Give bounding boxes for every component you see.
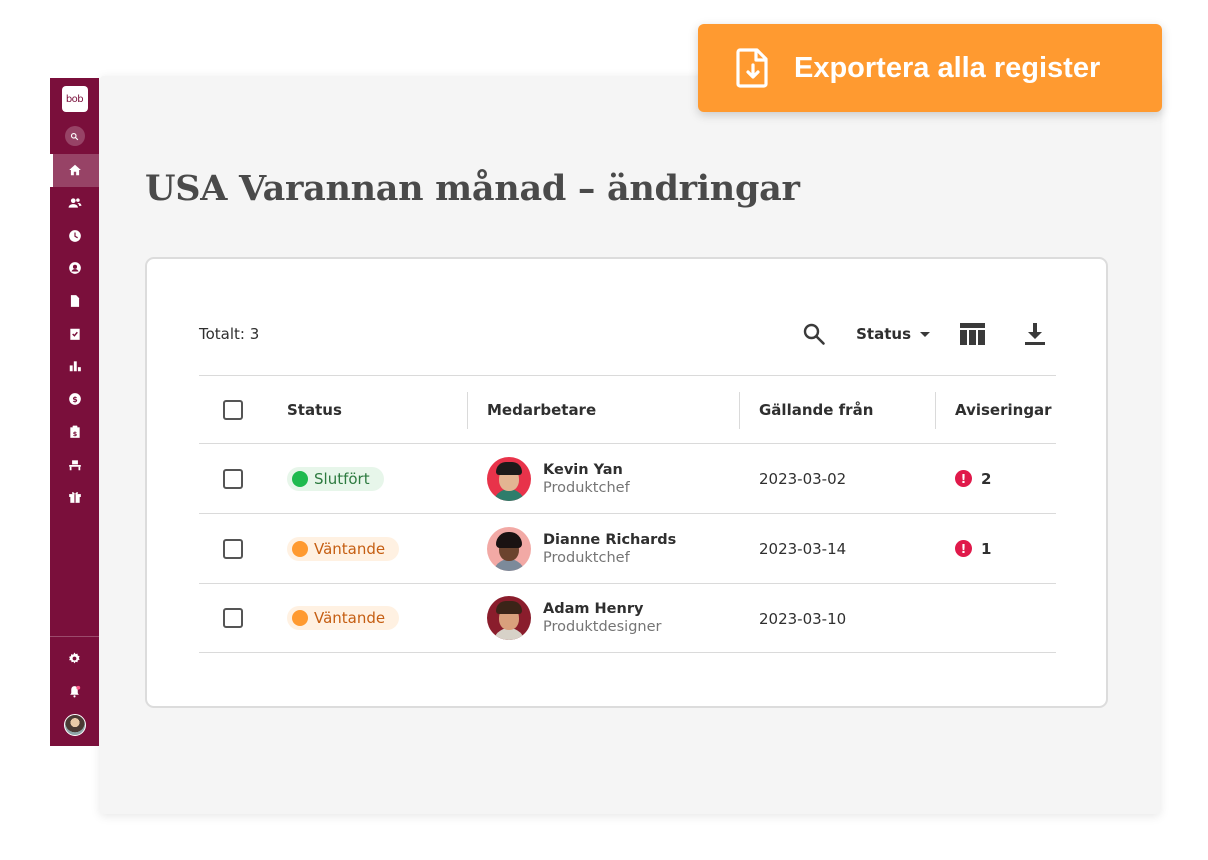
row-checkbox[interactable] xyxy=(223,468,243,489)
employee-name: Kevin Yan xyxy=(543,461,623,478)
sidebar: bob $ $ xyxy=(50,78,99,746)
sidebar-item-analytics[interactable] xyxy=(50,350,99,383)
employee-name: Dianne Richards xyxy=(543,531,677,548)
download-button[interactable] xyxy=(1025,323,1045,345)
table-row[interactable]: Slutfört Kevin Yan Produktchef 2023-03-0… xyxy=(199,443,1056,513)
tasks-icon xyxy=(69,328,80,340)
document-icon xyxy=(70,295,79,307)
bob-logo[interactable]: bob xyxy=(61,86,88,112)
status-badge: Väntande xyxy=(287,606,400,630)
analytics-icon xyxy=(69,361,81,372)
page-title: USA Varannan månad – ändringar xyxy=(145,168,800,209)
status-badge-label: Väntande xyxy=(314,609,386,627)
alert-icon: ! xyxy=(955,470,972,487)
avatar xyxy=(487,456,531,501)
column-header-employee[interactable]: Medarbetare xyxy=(467,401,739,419)
table-columns-icon xyxy=(960,323,985,345)
column-divider xyxy=(935,392,936,429)
status-filter-label: Status xyxy=(856,325,911,343)
sidebar-item-clipboard[interactable]: $ xyxy=(50,416,99,449)
search-icon[interactable] xyxy=(64,126,85,146)
table-row[interactable]: Väntande Dianne Richards Produktchef 202… xyxy=(199,513,1056,583)
export-all-records-button[interactable]: Exportera alla register xyxy=(698,24,1162,112)
sidebar-item-home[interactable] xyxy=(50,154,99,187)
sidebar-item-gifts[interactable] xyxy=(50,481,99,514)
employee-role: Produktchef xyxy=(543,549,630,566)
notification-indicator[interactable]: ! 1 xyxy=(955,540,1056,558)
search-icon xyxy=(803,323,825,345)
sidebar-item-payroll[interactable]: $ xyxy=(50,383,99,416)
desk-icon xyxy=(68,459,81,470)
status-filter-dropdown[interactable]: Status xyxy=(856,325,930,343)
home-icon xyxy=(68,165,81,176)
svg-text:$: $ xyxy=(72,395,77,404)
sidebar-nav: $ $ xyxy=(50,154,99,514)
column-divider xyxy=(467,392,468,429)
export-button-label: Exportera alla register xyxy=(794,51,1101,84)
notification-count: 2 xyxy=(981,469,992,488)
sidebar-item-notifications[interactable] xyxy=(50,675,99,708)
status-dot-icon xyxy=(292,540,308,557)
total-count: Totalt: 3 xyxy=(199,325,260,343)
employee-cell[interactable]: Dianne Richards Produktchef xyxy=(487,526,739,571)
toolbar-actions: Status xyxy=(802,322,1057,346)
employee-name: Adam Henry xyxy=(543,601,644,617)
status-badge-label: Väntande xyxy=(314,539,386,558)
column-header-effective-from[interactable]: Gällande från xyxy=(739,401,935,419)
download-icon xyxy=(1025,323,1045,345)
sidebar-item-settings[interactable] xyxy=(50,643,99,676)
table-toolbar: Totalt: 3 Status xyxy=(199,319,1057,349)
avatar xyxy=(487,526,531,571)
employee-cell[interactable]: Kevin Yan Produktchef xyxy=(487,456,739,501)
payroll-icon: $ xyxy=(68,393,81,405)
status-dot-icon xyxy=(292,470,308,487)
column-header-status[interactable]: Status xyxy=(287,401,467,419)
notification-count: 1 xyxy=(981,539,992,558)
column-header-notifications[interactable]: Aviseringar xyxy=(935,401,1056,419)
search-button[interactable] xyxy=(802,322,826,346)
file-download-icon xyxy=(736,48,768,88)
clock-icon xyxy=(68,229,81,242)
notification-indicator[interactable]: ! 2 xyxy=(955,470,1056,488)
row-checkbox[interactable] xyxy=(223,538,243,559)
svg-text:$: $ xyxy=(72,430,77,438)
effective-date: 2023-03-02 xyxy=(759,470,847,488)
column-divider xyxy=(739,392,740,429)
notifications-icon xyxy=(70,685,81,698)
status-badge: Väntande xyxy=(287,536,400,561)
people-icon xyxy=(68,198,81,208)
chevron-down-icon xyxy=(920,331,930,337)
profile-icon xyxy=(68,262,81,275)
effective-date: 2023-03-14 xyxy=(759,540,847,558)
alert-icon: ! xyxy=(955,540,972,557)
employee-role: Produktdesigner xyxy=(543,619,662,635)
sidebar-item-tasks[interactable] xyxy=(50,317,99,350)
gift-icon xyxy=(68,492,81,504)
employee-cell[interactable]: Adam Henry Produktdesigner xyxy=(487,596,739,640)
table-header-row: Status Medarbetare Gällande från Aviseri… xyxy=(199,375,1056,443)
sidebar-item-time[interactable] xyxy=(50,219,99,252)
select-all-checkbox[interactable] xyxy=(223,399,243,420)
sidebar-item-people[interactable] xyxy=(50,187,99,220)
sidebar-item-documents[interactable] xyxy=(50,285,99,318)
row-checkbox[interactable] xyxy=(223,608,243,628)
changes-table-card: Totalt: 3 Status Status Medarbetare Gäll… xyxy=(145,257,1108,708)
sidebar-footer xyxy=(50,635,99,746)
avatar xyxy=(487,596,531,640)
columns-button[interactable] xyxy=(960,323,985,345)
clipboard-icon: $ xyxy=(69,425,80,438)
settings-icon xyxy=(69,653,80,664)
sidebar-item-profile[interactable] xyxy=(50,252,99,285)
sidebar-item-desk[interactable] xyxy=(50,448,99,481)
changes-table: Status Medarbetare Gällande från Aviseri… xyxy=(199,375,1056,653)
status-badge-label: Slutfört xyxy=(314,469,370,488)
employee-role: Produktchef xyxy=(543,479,630,496)
status-dot-icon xyxy=(292,610,308,626)
user-avatar[interactable] xyxy=(63,714,86,736)
status-badge: Slutfört xyxy=(287,466,384,491)
effective-date: 2023-03-10 xyxy=(759,609,847,628)
table-row[interactable]: Väntande Adam Henry Produktdesigner 2023… xyxy=(199,583,1056,653)
